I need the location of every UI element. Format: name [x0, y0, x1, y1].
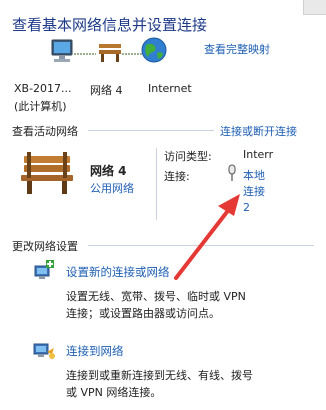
annotation-arrow — [174, 194, 240, 280]
